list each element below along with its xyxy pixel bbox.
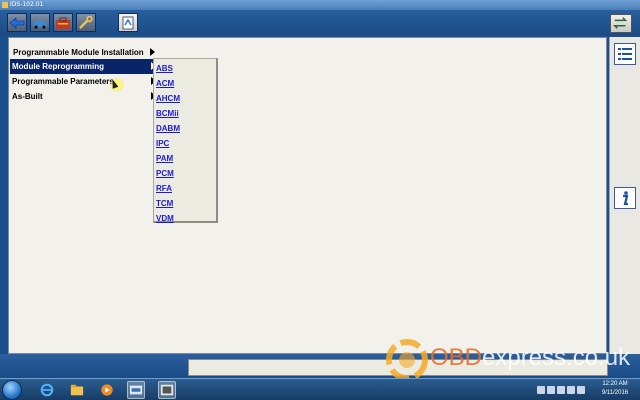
- right-side-panel: [609, 37, 640, 354]
- menu-item-module-reprogramming[interactable]: Module Reprogramming: [10, 59, 156, 74]
- app-icon: [2, 2, 8, 8]
- taskbar-flexray[interactable]: [127, 381, 145, 399]
- submenu-item-ipc[interactable]: IPC: [154, 136, 216, 151]
- submenu-item-bcmii[interactable]: BCMii: [154, 106, 216, 121]
- list-icon: [618, 48, 632, 60]
- flash-update-button[interactable]: [118, 13, 138, 32]
- watermark-text: OBDexpress.co.uk: [430, 344, 630, 372]
- media-player-icon: [101, 384, 113, 396]
- menu-item-label: Programmable Parameters: [12, 77, 114, 86]
- vehicle-button[interactable]: [30, 13, 50, 32]
- watermark-domain: express.co.uk: [482, 344, 631, 371]
- tray-power-icon[interactable]: [577, 386, 585, 394]
- menu-item-as-built[interactable]: As-Built: [10, 89, 156, 104]
- submenu-item-abs[interactable]: ABS: [154, 61, 216, 76]
- watermark-prefix: OBD: [430, 344, 483, 371]
- menu-item-label: Module Reprogramming: [12, 62, 105, 71]
- back-arrow-icon: [9, 16, 25, 29]
- submenu-item-pcm[interactable]: PCM: [154, 166, 216, 181]
- menu-item-label: As-Built: [12, 92, 43, 101]
- submenu-item-acm[interactable]: ACM: [154, 76, 216, 91]
- taskbar-clock[interactable]: 12:20 AM 9/11/2016: [594, 380, 636, 398]
- document-arrow-icon: [122, 16, 134, 29]
- back-arrow-button[interactable]: [7, 13, 27, 32]
- toolbar: [0, 10, 640, 35]
- menu-item-programmable-module-installation[interactable]: Programmable Module Installation: [10, 44, 156, 59]
- menu-item-label: Programmable Module Installation: [13, 48, 144, 57]
- clock-time: 12:20 AM: [602, 381, 628, 387]
- submenu-item-tcm[interactable]: TCM: [154, 196, 216, 211]
- list-view-button[interactable]: [614, 43, 636, 65]
- info-button[interactable]: [614, 187, 636, 209]
- tray-monitor-icon[interactable]: [547, 386, 555, 394]
- data-logger-button[interactable]: [610, 14, 632, 33]
- tray-flag-icon[interactable]: [537, 386, 545, 394]
- tray-network-icon[interactable]: [557, 386, 565, 394]
- system-tray: [536, 381, 591, 399]
- menu-item-programmable-parameters[interactable]: Programmable Parameters: [10, 74, 156, 89]
- taskbar-ie[interactable]: [38, 381, 56, 399]
- start-button[interactable]: [2, 380, 22, 400]
- taskbar-ids[interactable]: [158, 381, 176, 399]
- module-programming-menu: Programmable Module Installation Module …: [10, 44, 156, 104]
- swap-arrows-icon: [613, 17, 628, 29]
- submenu-arrow-icon: [150, 48, 155, 56]
- taskbar-explorer[interactable]: [68, 381, 86, 399]
- tray-volume-icon[interactable]: [567, 386, 575, 394]
- toolbox-button[interactable]: [53, 13, 73, 32]
- toolbox-icon: [56, 17, 70, 29]
- module-submenu: ABS ACM AHCM BCMii DABM IPC PAM PCM RFA …: [153, 58, 218, 223]
- clock-date: 9/11/2016: [601, 390, 629, 396]
- submenu-item-vdm[interactable]: VDM: [154, 211, 216, 226]
- submenu-item-pam[interactable]: PAM: [154, 151, 216, 166]
- wrench-icon: [79, 15, 93, 29]
- internet-explorer-icon: [40, 383, 54, 397]
- flx-app-icon: [129, 385, 143, 395]
- folder-icon: [70, 384, 84, 396]
- window-title-bar: IDS-102.01: [0, 0, 640, 10]
- ids-app-icon: [160, 384, 174, 396]
- car-icon: [33, 20, 47, 29]
- windows-taskbar: 12:20 AM 9/11/2016: [0, 378, 640, 400]
- tools-button[interactable]: [76, 13, 96, 32]
- info-icon: [623, 191, 629, 206]
- submenu-item-ahcm[interactable]: AHCM: [154, 91, 216, 106]
- taskbar-media-player[interactable]: [98, 381, 116, 399]
- submenu-item-dabm[interactable]: DABM: [154, 121, 216, 136]
- window-title: IDS-102.01: [10, 1, 44, 8]
- submenu-item-rfa[interactable]: RFA: [154, 181, 216, 196]
